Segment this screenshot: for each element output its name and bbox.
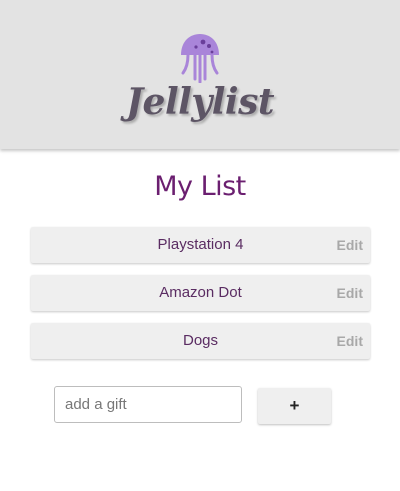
edit-button[interactable]: Edit (337, 323, 363, 359)
app-logo: Jellylist (126, 81, 274, 123)
list-item: Playstation 4 Edit (31, 227, 370, 263)
list-item-label: Dogs (182, 332, 219, 349)
add-gift-button[interactable]: + (258, 388, 331, 424)
list-item-label: Playstation 4 (157, 236, 244, 253)
list-item-label: Amazon Dot (159, 284, 242, 301)
edit-button[interactable]: Edit (337, 227, 363, 263)
add-gift-input[interactable] (54, 386, 242, 423)
gift-list: Playstation 4 Edit Amazon Dot Edit Dogs … (31, 227, 370, 371)
page-title: My List (154, 171, 246, 202)
app-header: Jellylist (0, 0, 400, 149)
list-item: Dogs Edit (31, 323, 370, 359)
list-item: Amazon Dot Edit (31, 275, 370, 311)
jellyfish-icon (181, 34, 219, 83)
edit-button[interactable]: Edit (337, 275, 363, 311)
